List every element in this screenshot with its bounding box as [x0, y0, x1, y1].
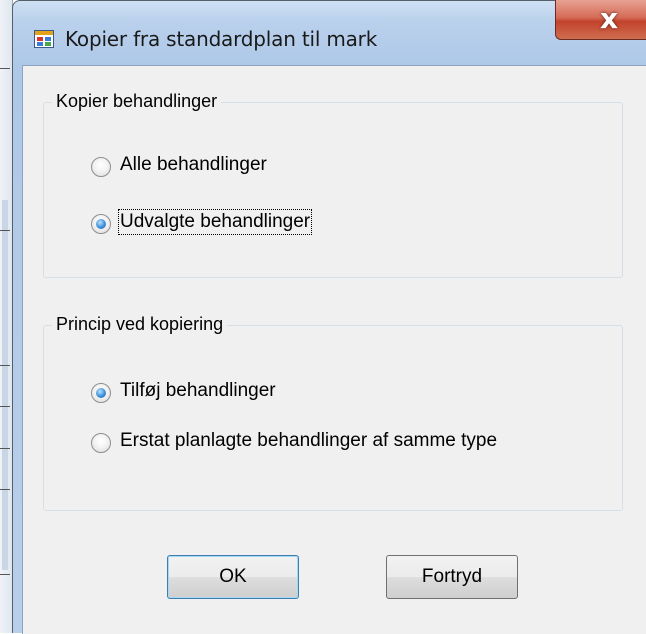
copy-principle-group: Princip ved kopiering Tilføj behandlinge…	[43, 314, 623, 511]
close-button[interactable]: x	[555, 0, 646, 40]
radio-label[interactable]: Tilføj behandlinger	[120, 380, 276, 402]
radio-label[interactable]: Udvalgte behandlinger	[117, 209, 313, 235]
background-divider	[0, 489, 10, 490]
app-window-icon	[34, 30, 54, 48]
copy-principle-group-legend: Princip ved kopiering	[52, 314, 228, 335]
background-divider	[0, 406, 10, 407]
close-icon: x	[600, 2, 619, 35]
background-window-panel	[2, 200, 8, 570]
radio-button-icon[interactable]	[91, 433, 111, 453]
copy-dialog: Kopier fra standardplan til mark x Kopie…	[12, 0, 646, 634]
ok-button[interactable]: OK	[167, 555, 299, 599]
radio-label[interactable]: Erstat planlagte behandlinger af samme t…	[120, 430, 497, 452]
dialog-body: Kopier behandlinger Alle behandlinger Ud…	[22, 65, 646, 634]
treatments-group-legend: Kopier behandlinger	[52, 91, 222, 112]
background-divider	[0, 68, 10, 69]
radio-label[interactable]: Alle behandlinger	[120, 154, 267, 176]
radio-button-icon[interactable]	[91, 214, 111, 234]
radio-button-icon[interactable]	[91, 383, 111, 403]
background-divider	[0, 448, 10, 449]
cancel-button[interactable]: Fortryd	[386, 555, 518, 599]
background-divider	[0, 230, 10, 231]
radio-button-icon[interactable]	[91, 157, 111, 177]
background-divider	[0, 574, 10, 575]
treatments-group: Kopier behandlinger Alle behandlinger Ud…	[43, 91, 623, 278]
title-bar[interactable]: Kopier fra standardplan til mark x	[13, 0, 646, 65]
background-divider	[0, 365, 10, 366]
window-title: Kopier fra standardplan til mark	[65, 27, 378, 51]
